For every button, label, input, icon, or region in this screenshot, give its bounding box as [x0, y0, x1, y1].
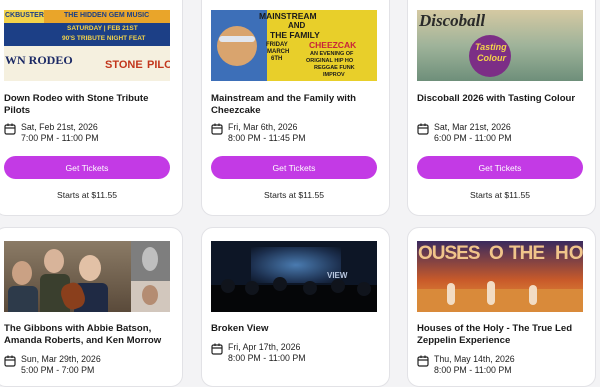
- image-text: HO: [555, 243, 583, 264]
- image-text: THE: [509, 243, 545, 264]
- starting-price: Starts at $11.55: [263, 190, 325, 200]
- image-text: CKBUSTER: [5, 12, 44, 19]
- event-title[interactable]: Houses of the Holy - The True Led Zeppel…: [417, 323, 589, 347]
- event-card-broken-view[interactable]: VIEW Broken View Fri, Apr 17th, 2026 8:0…: [201, 227, 390, 387]
- event-date: Fri, Mar 6th, 2026: [228, 122, 298, 132]
- image-text: ORIGINAL HIP HO: [306, 58, 354, 64]
- calendar-icon: [417, 355, 429, 367]
- image-text: REGGAE FUNK: [314, 65, 355, 71]
- event-time: 7:00 PM - 11:00 PM: [21, 133, 99, 143]
- image-text: AN EVENING OF: [310, 51, 354, 57]
- image-text: MAINSTREAM: [259, 11, 317, 21]
- calendar-icon: [4, 123, 16, 135]
- event-image-houses-of-the-holy[interactable]: OUSES O THE HO: [417, 241, 583, 312]
- starting-price: Starts at $11.55: [469, 190, 531, 200]
- image-text: 90'S TRIBUTE NIGHT FEAT: [62, 35, 146, 42]
- image-text: IMPROV: [323, 72, 345, 78]
- event-time: 6:00 PM - 11:00 PM: [434, 133, 512, 143]
- event-date: Fri, Apr 17th, 2026: [228, 342, 301, 352]
- image-text: FRIDAY: [266, 42, 288, 48]
- event-date: Sun, Mar 29th, 2026: [21, 354, 101, 364]
- get-tickets-button[interactable]: Get Tickets: [4, 156, 170, 179]
- image-text: THE HIDDEN GEM MUSIC: [64, 12, 150, 19]
- calendar-icon: [4, 355, 16, 367]
- image-text: Colour: [477, 53, 506, 63]
- image-text: 6TH: [271, 56, 283, 62]
- event-card-down-rodeo[interactable]: CKBUSTER THE HIDDEN GEM MUSIC SATURDAY |…: [0, 0, 183, 216]
- event-title[interactable]: Mainstream and the Family with Cheezcake: [211, 93, 383, 117]
- event-time: 8:00 PM - 11:00 PM: [434, 365, 512, 375]
- image-text: O: [489, 243, 504, 264]
- image-text: SATURDAY | FEB 21ST: [67, 25, 138, 32]
- event-title[interactable]: Broken View: [211, 323, 383, 335]
- event-card-mainstream[interactable]: MAINSTREAM AND THE FAMILY FRIDAY MARCH 6…: [201, 0, 390, 216]
- image-text: STONE: [105, 59, 143, 71]
- image-text: OUSES: [418, 243, 481, 264]
- calendar-icon: [211, 123, 223, 135]
- image-text: AND: [288, 21, 306, 30]
- event-title[interactable]: Down Rodeo with Stone Tribute Pilots: [4, 93, 176, 117]
- event-image-discoball[interactable]: Discoball Tasting Colour: [417, 10, 583, 81]
- image-text: PILO: [147, 59, 170, 71]
- event-image-mainstream[interactable]: MAINSTREAM AND THE FAMILY FRIDAY MARCH 6…: [211, 10, 377, 81]
- event-date: Sat, Mar 21st, 2026: [434, 122, 511, 132]
- calendar-icon: [211, 343, 223, 355]
- image-text: WN RODEO: [5, 53, 73, 67]
- image-text: THE FAMILY: [270, 30, 320, 40]
- event-card-discoball[interactable]: Discoball Tasting Colour Discoball 2026 …: [407, 0, 596, 216]
- event-image-gibbons[interactable]: [4, 241, 170, 312]
- event-title[interactable]: The Gibbons with Abbie Batson, Amanda Ro…: [4, 323, 176, 347]
- image-text: MARCH: [267, 49, 290, 55]
- calendar-icon: [417, 123, 429, 135]
- get-tickets-button[interactable]: Get Tickets: [417, 156, 583, 179]
- event-card-houses-of-the-holy[interactable]: OUSES O THE HO Houses of the Holy - The …: [407, 227, 596, 387]
- event-time: 8:00 PM - 11:45 PM: [228, 133, 306, 143]
- event-time: 5:00 PM - 7:00 PM: [21, 365, 95, 375]
- event-date: Sat, Feb 21st, 2026: [21, 122, 98, 132]
- event-time: 8:00 PM - 11:00 PM: [228, 353, 306, 363]
- get-tickets-button[interactable]: Get Tickets: [211, 156, 377, 179]
- event-card-gibbons[interactable]: The Gibbons with Abbie Batson, Amanda Ro…: [0, 227, 183, 387]
- image-text: Tasting: [475, 42, 507, 52]
- starting-price: Starts at $11.55: [56, 190, 118, 200]
- image-text: CHEEZCAK: [309, 40, 357, 50]
- image-text: Discoball: [419, 11, 486, 30]
- event-image-down-rodeo[interactable]: CKBUSTER THE HIDDEN GEM MUSIC SATURDAY |…: [4, 10, 170, 81]
- event-title[interactable]: Discoball 2026 with Tasting Colour: [417, 93, 589, 105]
- event-image-broken-view[interactable]: VIEW: [211, 241, 377, 312]
- event-date: Thu, May 14th, 2026: [434, 354, 515, 364]
